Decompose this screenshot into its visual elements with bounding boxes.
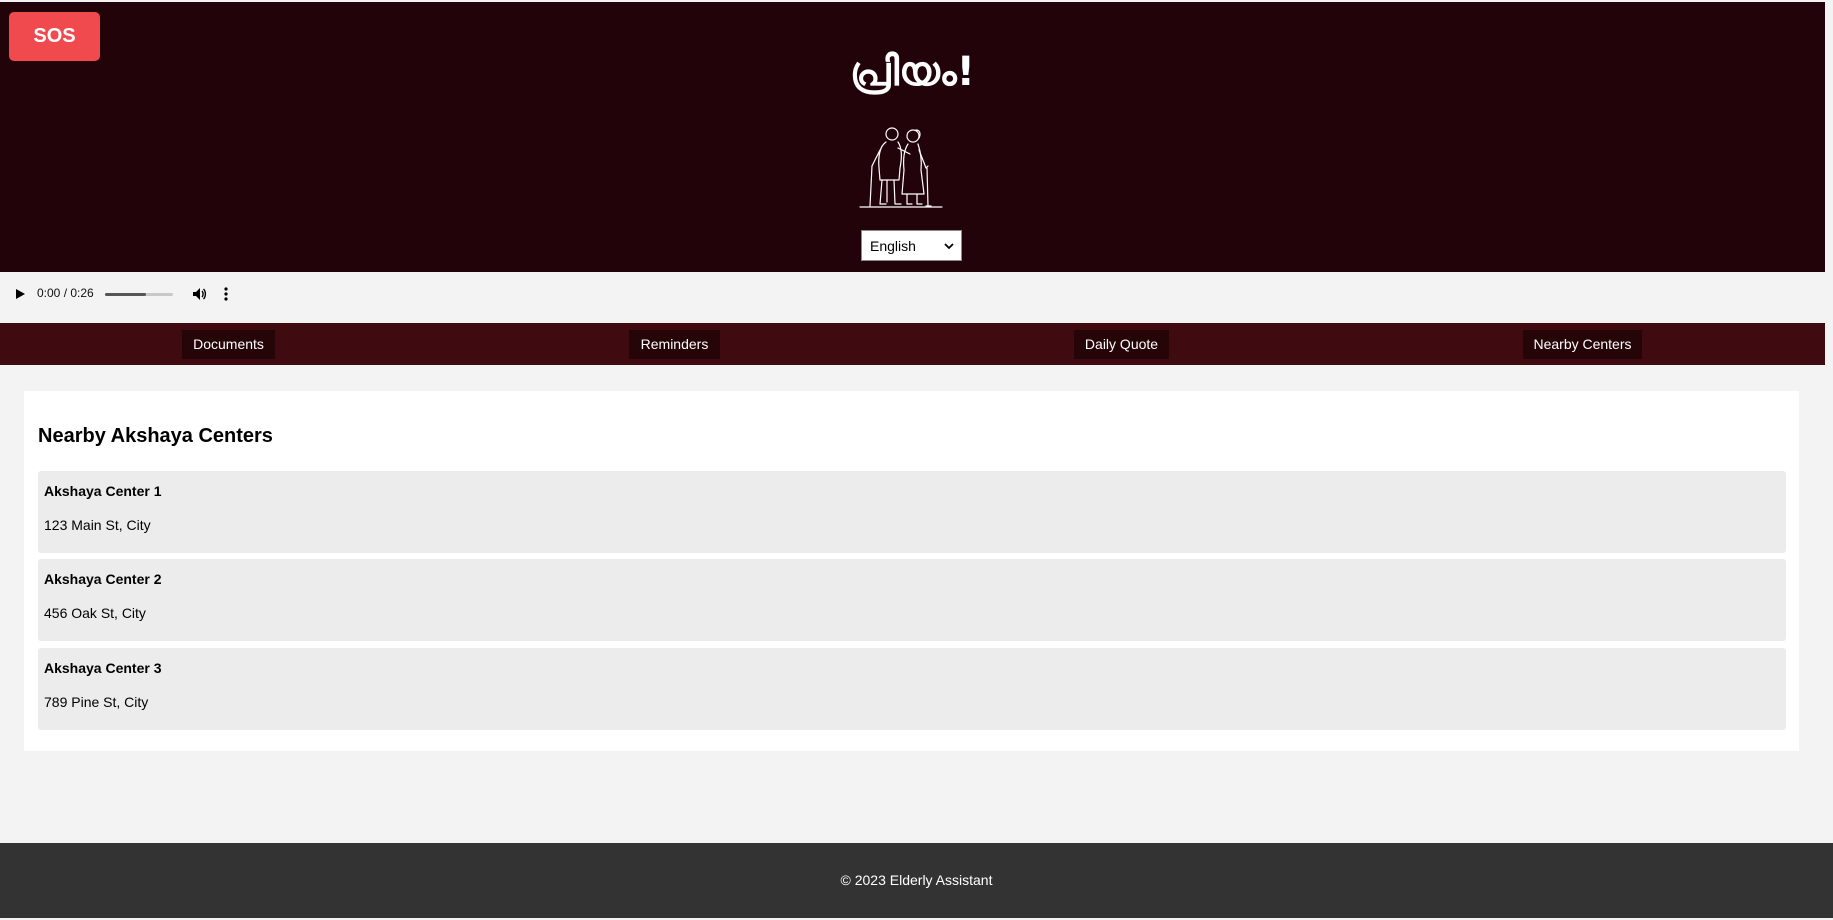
center-name: Akshaya Center 1: [44, 483, 162, 499]
footer-copyright: © 2023 Elderly Assistant: [840, 872, 993, 888]
more-options-icon[interactable]: [222, 286, 230, 302]
chevron-down-icon: [944, 243, 954, 250]
tab-documents[interactable]: Documents: [182, 330, 275, 359]
center-list-item: Akshaya Center 3 789 Pine St, City: [38, 648, 1786, 730]
page: SOS പ്രിയം! English 0:00 / 0:26 Document…: [0, 0, 1833, 920]
footer: © 2023 Elderly Assistant: [0, 843, 1833, 918]
section-heading: Nearby Akshaya Centers: [38, 425, 273, 447]
language-select-value: English: [870, 237, 916, 254]
nearby-centers-panel: Nearby Akshaya Centers Akshaya Center 1 …: [24, 391, 1799, 751]
tab-nearby-centers[interactable]: Nearby Centers: [1523, 330, 1642, 359]
audio-time: 0:00 / 0:26: [37, 286, 94, 300]
main-nav: Documents Reminders Daily Quote Nearby C…: [0, 323, 1825, 365]
center-address: 456 Oak St, City: [44, 605, 146, 621]
center-name: Akshaya Center 3: [44, 660, 162, 676]
center-list-item: Akshaya Center 2 456 Oak St, City: [38, 559, 1786, 641]
audio-seek-slider[interactable]: [105, 293, 173, 296]
language-select[interactable]: English: [861, 230, 962, 261]
elderly-couple-illustration: [859, 127, 943, 208]
center-name: Akshaya Center 2: [44, 571, 162, 587]
site-title: പ്രിയം!: [850, 49, 975, 95]
header: SOS പ്രിയം! English: [0, 2, 1825, 272]
center-address: 789 Pine St, City: [44, 694, 149, 710]
center-address: 123 Main St, City: [44, 517, 151, 533]
audio-player: 0:00 / 0:26: [0, 274, 300, 314]
center-list-item: Akshaya Center 1 123 Main St, City: [38, 471, 1786, 553]
volume-icon[interactable]: [191, 286, 207, 302]
play-icon[interactable]: [13, 287, 27, 301]
audio-seek-fill: [105, 293, 146, 296]
tab-daily-quote[interactable]: Daily Quote: [1074, 330, 1169, 359]
tab-reminders[interactable]: Reminders: [629, 330, 720, 359]
